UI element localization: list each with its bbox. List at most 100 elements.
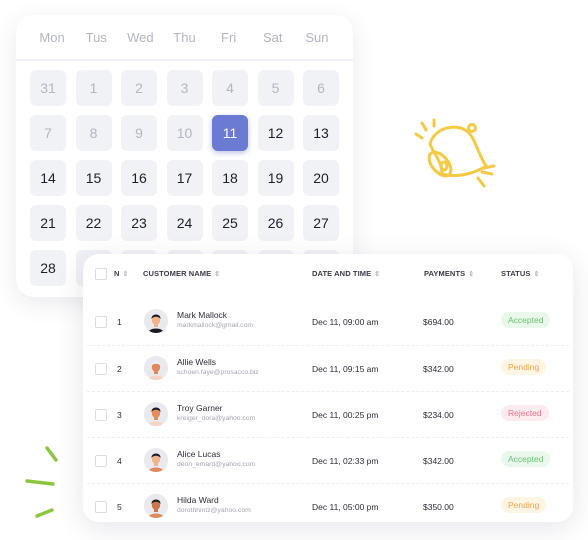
select-all-checkbox[interactable] xyxy=(95,268,107,280)
weekday-sat: Sat xyxy=(263,29,283,45)
avatar xyxy=(144,402,168,426)
column-status[interactable]: STATUS ⇕ xyxy=(501,269,539,278)
column-payments-label: PAYMENTS xyxy=(424,269,466,278)
calendar-day[interactable]: 25 xyxy=(212,205,248,241)
status-badge: Accepted xyxy=(501,312,551,328)
column-payments[interactable]: PAYMENTS ⇕ xyxy=(424,269,474,278)
bell-icon xyxy=(414,118,496,188)
calendar-day[interactable]: 6 xyxy=(303,70,339,106)
calendar-day[interactable]: 17 xyxy=(166,160,203,196)
table-row[interactable]: 4 Alice Lucas deon_emard@yahoo.com Dec 11, … xyxy=(87,437,569,483)
calendar-day[interactable]: 19 xyxy=(257,160,294,196)
status-badge: Rejected xyxy=(501,405,549,421)
calendar-day[interactable]: 7 xyxy=(30,115,66,151)
row-checkbox[interactable] xyxy=(95,363,107,375)
row-checkbox[interactable] xyxy=(95,455,107,467)
calendar-day[interactable]: 14 xyxy=(30,160,66,196)
column-customer[interactable]: CUSTOMER NAME ⇕ xyxy=(143,269,220,278)
table-row[interactable]: 5 Hilda Ward dorothhintz@yahoo.com Dec 11, … xyxy=(87,483,569,529)
calendar-day[interactable]: 1 xyxy=(75,70,112,106)
payment-amount: $234.00 xyxy=(423,410,454,420)
customer-email: markmallock@gmail.com xyxy=(177,322,254,329)
customer-name: Hilda Ward xyxy=(177,495,219,505)
sort-icon: ⇕ xyxy=(122,271,129,278)
customer-email: kreiger_dora@yahoo.com xyxy=(177,415,256,422)
table-row[interactable]: 1 Mark Mallock markmallock@gmail.com Dec 11… xyxy=(87,299,569,344)
calendar-day[interactable]: 12 xyxy=(257,115,294,151)
calendar-day[interactable]: 10 xyxy=(166,115,203,151)
column-status-label: STATUS xyxy=(501,269,531,278)
weekday-header: Mon Tus Wed Thu Fri Sat Sun xyxy=(16,15,353,61)
column-n[interactable]: N ⇕ xyxy=(114,269,129,278)
payment-amount: $350.00 xyxy=(423,502,454,512)
calendar-day[interactable]: 22 xyxy=(75,205,112,241)
calendar-day-selected[interactable]: 11 xyxy=(212,115,248,151)
date-time: Dec 11, 05:00 pm xyxy=(312,502,379,512)
status-badge: Accepted xyxy=(501,451,551,467)
sort-icon: ⇕ xyxy=(374,271,381,278)
avatar xyxy=(144,356,168,380)
calendar-day[interactable]: 16 xyxy=(121,160,157,196)
row-checkbox[interactable] xyxy=(95,501,107,513)
date-time: Dec 11, 02:33 pm xyxy=(312,456,379,466)
calendar-day[interactable]: 4 xyxy=(212,70,248,106)
row-checkbox[interactable] xyxy=(95,316,107,328)
weekday-wed: Wed xyxy=(127,29,154,45)
customer-name: Mark Mallock xyxy=(177,310,228,320)
sort-icon: ⇕ xyxy=(214,271,221,278)
calendar-day[interactable]: 13 xyxy=(303,115,339,151)
weekday-fri: Fri xyxy=(221,29,237,45)
status-badge: Pending xyxy=(501,359,547,375)
calendar-day[interactable]: 28 xyxy=(30,250,66,286)
calendar-day[interactable]: 3 xyxy=(166,70,203,106)
calendar-day[interactable]: 2 xyxy=(121,70,157,106)
table-row[interactable]: 3 Troy Garner kreiger_dora@yahoo.com Dec 11… xyxy=(87,391,569,437)
sort-icon: ⇕ xyxy=(533,271,540,278)
calendar-day[interactable]: 18 xyxy=(212,160,248,196)
customer-name: Allie Wells xyxy=(177,357,217,367)
weekday-sun: Sun xyxy=(305,29,329,45)
calendar-day[interactable]: 24 xyxy=(166,205,203,241)
row-number: 5 xyxy=(117,502,122,512)
customer-name: Troy Garner xyxy=(177,403,223,413)
customer-name: Alice Lucas xyxy=(177,449,221,459)
row-number: 1 xyxy=(117,317,122,327)
sort-icon: ⇕ xyxy=(468,271,475,278)
calendar-day[interactable]: 5 xyxy=(257,70,294,106)
calendar-day[interactable]: 31 xyxy=(30,70,66,106)
payment-amount: $342.00 xyxy=(423,364,454,374)
calendar-day[interactable]: 23 xyxy=(121,205,157,241)
row-checkbox[interactable] xyxy=(95,409,107,421)
column-date[interactable]: DATE AND TIME ⇕ xyxy=(312,269,380,278)
date-time: Dec 11, 00:25 pm xyxy=(312,410,379,420)
status-badge: Pending xyxy=(501,497,547,513)
date-time: Dec 11, 09:15 am xyxy=(312,364,379,374)
row-number: 2 xyxy=(117,364,122,374)
sparks-decoration xyxy=(25,446,58,518)
weekday-tue: Tus xyxy=(85,29,107,45)
calendar-day[interactable]: 8 xyxy=(75,115,112,151)
customer-email: schoen.faye@prosacco.biz xyxy=(177,369,259,376)
calendar-day[interactable]: 27 xyxy=(303,205,339,241)
payment-amount: $694.00 xyxy=(423,317,454,327)
calendar-day[interactable]: 20 xyxy=(303,160,339,196)
avatar xyxy=(144,494,168,518)
customer-email: deon_emard@yahoo.com xyxy=(177,461,256,468)
row-number: 3 xyxy=(117,410,122,420)
weekday-thu: Thu xyxy=(173,29,196,45)
calendar-day[interactable]: 15 xyxy=(75,160,112,196)
date-time: Dec 11, 09:00 am xyxy=(312,317,379,327)
customer-email: dorothhintz@yahoo.com xyxy=(177,507,251,514)
calendar-day[interactable]: 21 xyxy=(30,205,66,241)
table-header: N ⇕ CUSTOMER NAME ⇕ DATE AND TIME ⇕ PAYMENT… xyxy=(83,266,573,282)
calendar-day[interactable]: 26 xyxy=(257,205,294,241)
column-customer-label: CUSTOMER NAME xyxy=(143,269,212,278)
payment-amount: $342.00 xyxy=(423,456,454,466)
avatar xyxy=(144,448,168,472)
row-number: 4 xyxy=(117,456,122,466)
column-n-label: N xyxy=(114,269,120,278)
table-row[interactable]: 2 Allie Wells schoen.faye@prosacco.biz Dec … xyxy=(87,345,569,391)
column-date-label: DATE AND TIME xyxy=(312,269,372,278)
calendar-day[interactable]: 9 xyxy=(121,115,157,151)
avatar xyxy=(144,309,168,333)
